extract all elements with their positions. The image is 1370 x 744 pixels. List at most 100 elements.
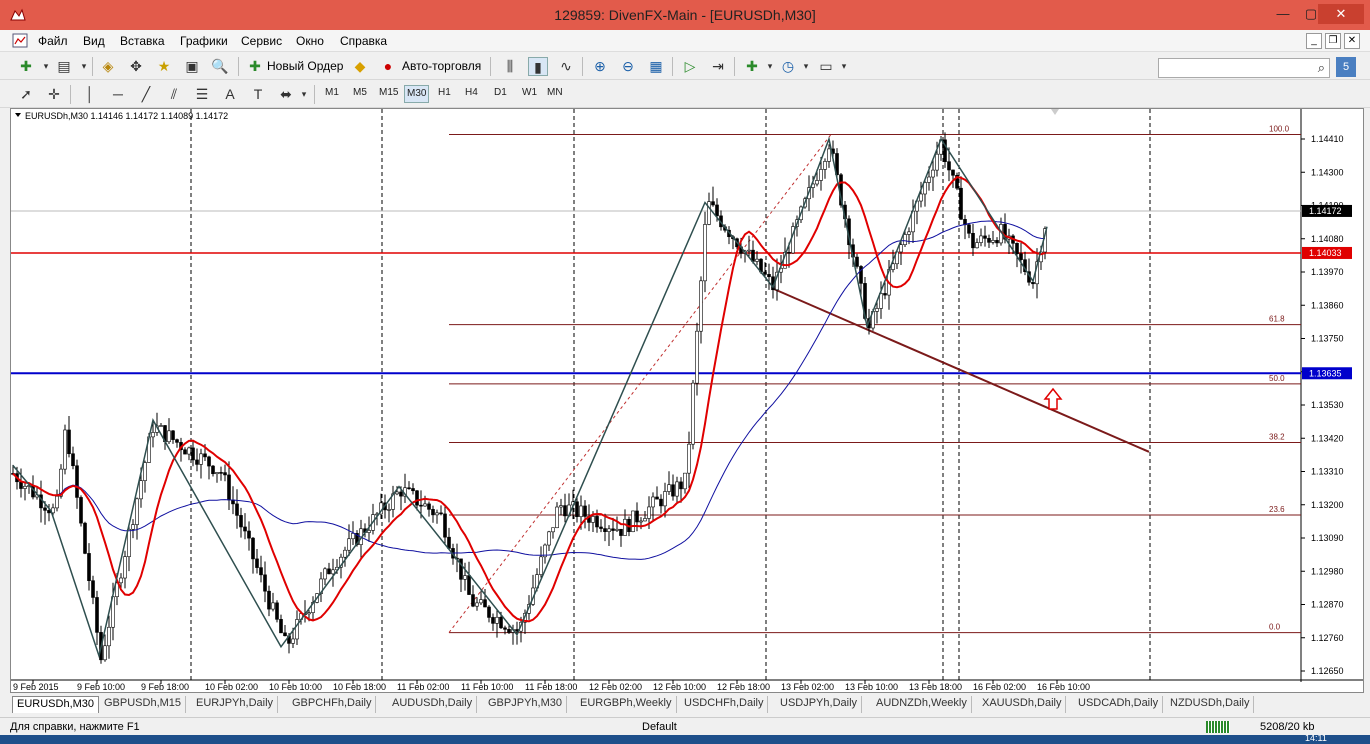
- mdi-restore-button[interactable]: ❐: [1325, 33, 1341, 49]
- new-order-icon[interactable]: ✚: [245, 57, 265, 76]
- minimize-button[interactable]: —: [1270, 4, 1296, 24]
- menu-insert[interactable]: Вставка: [120, 34, 165, 48]
- periods-icon[interactable]: ◷: [778, 57, 798, 76]
- candle-body: [175, 439, 179, 443]
- candlestick-chart-icon[interactable]: ▮: [528, 57, 548, 76]
- timeframe-w1[interactable]: W1: [522, 87, 537, 98]
- candle-body: [419, 504, 423, 507]
- candle-body: [699, 280, 703, 332]
- candle-body: [703, 224, 707, 282]
- symbol-tab-xauusdh-daily[interactable]: XAUUSDh,Daily: [978, 696, 1067, 713]
- timeframe-h4[interactable]: H4: [465, 87, 478, 98]
- menu-file[interactable]: Файл: [38, 34, 68, 48]
- chart-canvas[interactable]: 1.144101.143001.141901.140801.139701.138…: [11, 109, 1363, 692]
- chart-shift-marker-icon[interactable]: [1051, 109, 1059, 115]
- candle-body: [271, 602, 275, 610]
- timeframe-m5[interactable]: M5: [353, 87, 367, 98]
- bar-chart-icon[interactable]: ⫼: [500, 57, 520, 76]
- candle-body: [431, 509, 435, 516]
- market-watch-icon[interactable]: ◈: [98, 57, 118, 76]
- mdi-close-button[interactable]: ✕: [1344, 33, 1360, 49]
- symbol-tab-usdcadh-daily[interactable]: USDCADh,Daily: [1074, 696, 1164, 713]
- menu-tools[interactable]: Сервис: [241, 34, 282, 48]
- tile-windows-icon[interactable]: ▦: [646, 57, 666, 76]
- menu-help[interactable]: Справка: [340, 34, 387, 48]
- dropdown-arrow-icon[interactable]: ▾: [74, 57, 94, 76]
- symbol-tab-eurusdh-m30[interactable]: EURUSDh,M30: [12, 696, 100, 713]
- navigator-icon[interactable]: ★: [154, 57, 174, 76]
- menu-window[interactable]: Окно: [296, 34, 324, 48]
- equidistant-channel-icon[interactable]: ⫽: [164, 85, 184, 104]
- search-input[interactable]: ⌕: [1158, 58, 1330, 78]
- menu-charts[interactable]: Графики: [180, 34, 228, 48]
- up-arrow-icon[interactable]: [1043, 387, 1063, 410]
- timeframe-m1[interactable]: M1: [325, 87, 339, 98]
- zoom-out-icon[interactable]: ⊖: [618, 57, 638, 76]
- arrows-icon[interactable]: ⬌: [276, 85, 296, 104]
- menu-view[interactable]: Вид: [83, 34, 105, 48]
- symbol-tab-gbpchfh-daily[interactable]: GBPCHFh,Daily: [288, 696, 377, 713]
- chart-shift-icon[interactable]: ⇥: [708, 57, 728, 76]
- notifications-badge[interactable]: 5: [1336, 57, 1356, 77]
- dropdown-arrow-icon[interactable]: ▾: [796, 57, 816, 76]
- symbol-tab-usdchfh-daily[interactable]: USDCHFh,Daily: [680, 696, 769, 713]
- time-tick-label: 12 Feb 02:00: [589, 682, 642, 692]
- autoscroll-icon[interactable]: ▷: [680, 57, 700, 76]
- zoom-in-icon[interactable]: ⊕: [590, 57, 610, 76]
- new-chart-icon[interactable]: ✚: [16, 57, 36, 76]
- profiles-icon[interactable]: ▤: [54, 57, 74, 76]
- dropdown-arrow-icon[interactable]: ▾: [834, 57, 854, 76]
- terminal-icon[interactable]: ▣: [182, 57, 202, 76]
- symbol-tab-gbpjpyh-m30[interactable]: GBPJPYh,M30: [484, 696, 567, 713]
- tester-icon[interactable]: 🔍: [210, 57, 230, 76]
- line-chart-icon[interactable]: ∿: [556, 57, 576, 76]
- text-label-icon[interactable]: T: [248, 85, 268, 104]
- toolbar-separator: [734, 57, 735, 76]
- close-button[interactable]: ✕: [1318, 4, 1364, 24]
- symbol-tab-eurgbph-weekly[interactable]: EURGBPh,Weekly: [576, 696, 677, 713]
- dropdown-arrow-icon[interactable]: ▾: [294, 85, 314, 104]
- timeframe-d1[interactable]: D1: [494, 87, 507, 98]
- timeframe-mn[interactable]: MN: [547, 87, 563, 98]
- candle-body: [331, 569, 335, 575]
- cursor-icon[interactable]: ➚: [16, 85, 36, 104]
- horizontal-line-icon[interactable]: ─: [108, 85, 128, 104]
- candle-body: [367, 530, 371, 533]
- symbol-tab-audnzdh-weekly[interactable]: AUDNZDh,Weekly: [872, 696, 972, 713]
- metaeditor-icon[interactable]: ◆: [350, 57, 370, 76]
- chart-menu-arrow-icon[interactable]: [15, 113, 21, 117]
- trend-line-icon[interactable]: ╱: [136, 85, 156, 104]
- crosshair-icon[interactable]: ✛: [44, 85, 64, 104]
- search-icon[interactable]: ⌕: [1318, 60, 1325, 76]
- dropdown-arrow-icon[interactable]: ▾: [760, 57, 780, 76]
- symbol-tab-nzdusdh-daily[interactable]: NZDUSDh,Daily: [1166, 696, 1255, 713]
- symbol-tab-audusdh-daily[interactable]: AUDUSDh,Daily: [388, 696, 478, 713]
- candle-body: [591, 516, 595, 523]
- auto-trading-icon[interactable]: ●: [378, 57, 398, 76]
- chart-window-icon[interactable]: [12, 33, 28, 48]
- vertical-line-icon[interactable]: │: [80, 85, 100, 104]
- candle-body: [83, 522, 87, 554]
- auto-trading-button[interactable]: Авто-торговля: [402, 59, 481, 73]
- mdi-minimize-button[interactable]: _: [1306, 33, 1322, 49]
- fibonacci-icon[interactable]: ☰: [192, 85, 212, 104]
- candle-body: [95, 597, 99, 633]
- downtrend-line[interactable]: [772, 287, 1150, 453]
- timeframe-m15[interactable]: M15: [379, 87, 398, 98]
- indicators-icon[interactable]: ✚: [742, 57, 762, 76]
- symbol-tab-usdjpyh-daily[interactable]: USDJPYh,Daily: [776, 696, 863, 713]
- price-tick-label: 1.13750: [1311, 334, 1344, 344]
- symbol-tab-gbpusdh-m15[interactable]: GBPUSDh,M15: [100, 696, 187, 713]
- timeframe-h1[interactable]: H1: [438, 87, 451, 98]
- data-window-icon[interactable]: ✥: [126, 57, 146, 76]
- symbol-tab-eurjpyh-daily[interactable]: EURJPYh,Daily: [192, 696, 279, 713]
- candle-body: [615, 528, 619, 531]
- text-icon[interactable]: A: [220, 85, 240, 104]
- timeframe-m30[interactable]: M30: [404, 85, 430, 103]
- toolbar-separator: [238, 57, 239, 76]
- candle-body: [283, 632, 287, 637]
- templates-icon[interactable]: ▭: [816, 57, 836, 76]
- new-order-button[interactable]: Новый Ордер: [267, 59, 343, 73]
- price-chart[interactable]: 1.144101.143001.141901.140801.139701.138…: [10, 108, 1364, 693]
- dropdown-arrow-icon[interactable]: ▾: [36, 57, 56, 76]
